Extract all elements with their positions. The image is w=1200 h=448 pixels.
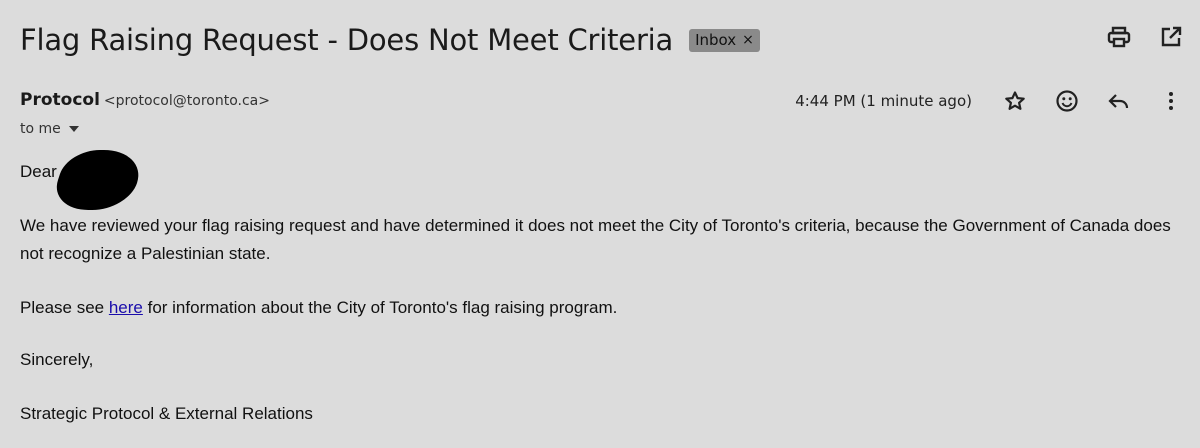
recipient-details-toggle[interactable]: to me — [20, 121, 79, 137]
subject-row: Flag Raising Request - Does Not Meet Cri… — [20, 18, 760, 62]
label-text: Inbox — [695, 30, 737, 49]
email-subject: Flag Raising Request - Does Not Meet Cri… — [20, 23, 674, 57]
print-icon[interactable] — [1106, 24, 1132, 50]
timestamp: 4:44 PM (1 minute ago) — [795, 92, 972, 110]
emoji-icon[interactable] — [1054, 88, 1080, 114]
more-vert-icon[interactable] — [1158, 88, 1184, 114]
star-icon[interactable] — [1002, 88, 1028, 114]
redaction-mark — [48, 150, 148, 210]
inbox-label-chip[interactable]: Inbox × — [689, 28, 760, 52]
recipient-text: to me — [20, 121, 61, 137]
thread-actions — [1106, 24, 1184, 50]
body-paragraph-2: Please see here for information about th… — [20, 294, 1185, 322]
remove-label-icon[interactable]: × — [742, 32, 754, 48]
sender-email: <protocol@toronto.ca> — [103, 93, 270, 109]
body-paragraph-1: We have reviewed your flag raising reque… — [20, 216, 1171, 263]
greeting: Dear — [20, 150, 1185, 210]
flag-program-link[interactable]: here — [109, 298, 143, 317]
closing: Sincerely, — [20, 350, 94, 369]
message-actions — [1002, 88, 1184, 114]
signature: Strategic Protocol & External Relations — [20, 404, 313, 423]
para2-before: Please see — [20, 298, 109, 317]
reply-icon[interactable] — [1106, 88, 1132, 114]
sender-name[interactable]: Protocol — [20, 90, 100, 110]
caret-down-icon — [68, 126, 79, 132]
sender-row: Protocol <protocol@toronto.ca> — [20, 90, 270, 110]
para2-after: for information about the City of Toront… — [142, 298, 618, 317]
open-in-new-window-icon[interactable] — [1158, 24, 1184, 50]
message-meta: 4:44 PM (1 minute ago) — [795, 88, 1184, 114]
email-body: Dear We have reviewed your flag raising … — [20, 150, 1185, 428]
greeting-text: Dear — [20, 162, 57, 181]
